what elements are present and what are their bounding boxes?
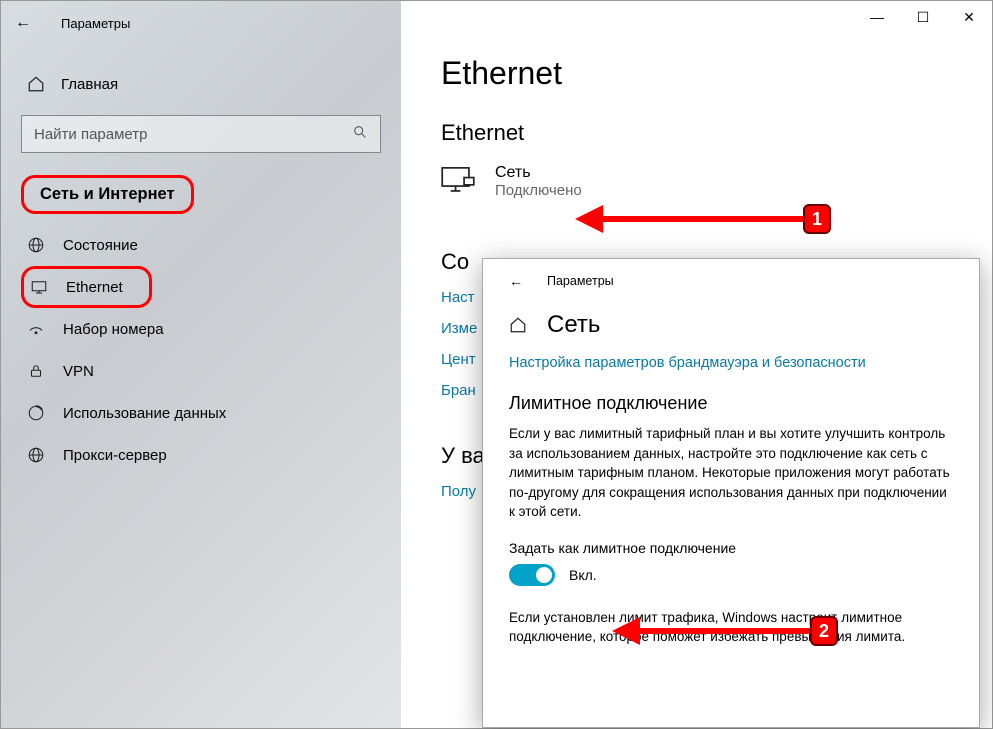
titlebar-label: Параметры (61, 16, 130, 31)
dialup-icon (27, 320, 45, 338)
sidebar-item-label: Прокси-сервер (63, 447, 167, 464)
search-input[interactable]: Найти параметр (21, 115, 381, 153)
sidebar-item-label: VPN (63, 363, 94, 380)
sidebar-item-label: Использование данных (63, 405, 226, 422)
back-icon[interactable]: ← (15, 14, 31, 32)
sidebar-item-vpn[interactable]: VPN (21, 350, 381, 392)
popup-section-title: Лимитное подключение (509, 393, 953, 414)
proxy-icon (27, 446, 45, 464)
close-button[interactable]: ✕ (946, 1, 992, 33)
titlebar-left: ← Параметры (1, 1, 401, 45)
network-name: Сеть (495, 164, 582, 182)
toggle-label: Задать как лимитное подключение (509, 540, 953, 556)
maximize-button[interactable]: ☐ (900, 1, 946, 33)
sidebar-group-header: Сеть и Интернет (21, 175, 194, 214)
sidebar-home-label: Главная (61, 76, 118, 93)
annotation-badge-1: 1 (803, 204, 831, 234)
globe-icon (27, 236, 45, 254)
metered-toggle[interactable] (509, 564, 555, 586)
sidebar-item-label: Ethernet (66, 279, 123, 296)
vpn-icon (27, 362, 45, 380)
sidebar-item-label: Состояние (63, 237, 138, 254)
minimize-button[interactable]: — (854, 1, 900, 33)
sidebar-item-data-usage[interactable]: Использование данных (21, 392, 381, 434)
sidebar: ← Параметры Главная Найти параметр Сеть … (1, 1, 401, 728)
popup-settings: ← Параметры Сеть Настройка параметров бр… (482, 258, 980, 728)
ethernet-icon (30, 278, 48, 296)
page-title: Ethernet (441, 55, 952, 92)
annotation-badge-2: 2 (810, 616, 838, 646)
section-title: Ethernet (441, 120, 952, 146)
home-icon (27, 75, 45, 93)
popup-title: Сеть (547, 311, 600, 339)
sidebar-item-label: Набор номера (63, 321, 164, 338)
monitor-icon (441, 166, 475, 194)
sidebar-home[interactable]: Главная (21, 65, 381, 109)
search-icon (352, 124, 368, 144)
sidebar-item-ethernet[interactable]: Ethernet (21, 266, 152, 308)
popup-header: Параметры (547, 274, 614, 288)
network-item[interactable]: Сеть Подключено (441, 164, 952, 199)
data-usage-icon (27, 404, 45, 422)
sidebar-item-dialup[interactable]: Набор номера (21, 308, 381, 350)
annotation-arrow-2: 2 (612, 616, 838, 646)
annotation-arrow-1: 1 (575, 204, 831, 234)
network-status: Подключено (495, 182, 582, 199)
sidebar-item-status[interactable]: Состояние (21, 224, 381, 266)
sidebar-item-proxy[interactable]: Прокси-сервер (21, 434, 381, 476)
toggle-state: Вкл. (569, 567, 597, 583)
popup-firewall-link[interactable]: Настройка параметров брандмауэра и безоп… (509, 355, 953, 371)
home-icon[interactable] (509, 316, 527, 334)
popup-back-icon[interactable]: ← (509, 273, 523, 289)
search-placeholder: Найти параметр (34, 126, 148, 143)
popup-body-text: Если у вас лимитный тарифный план и вы х… (509, 424, 953, 522)
